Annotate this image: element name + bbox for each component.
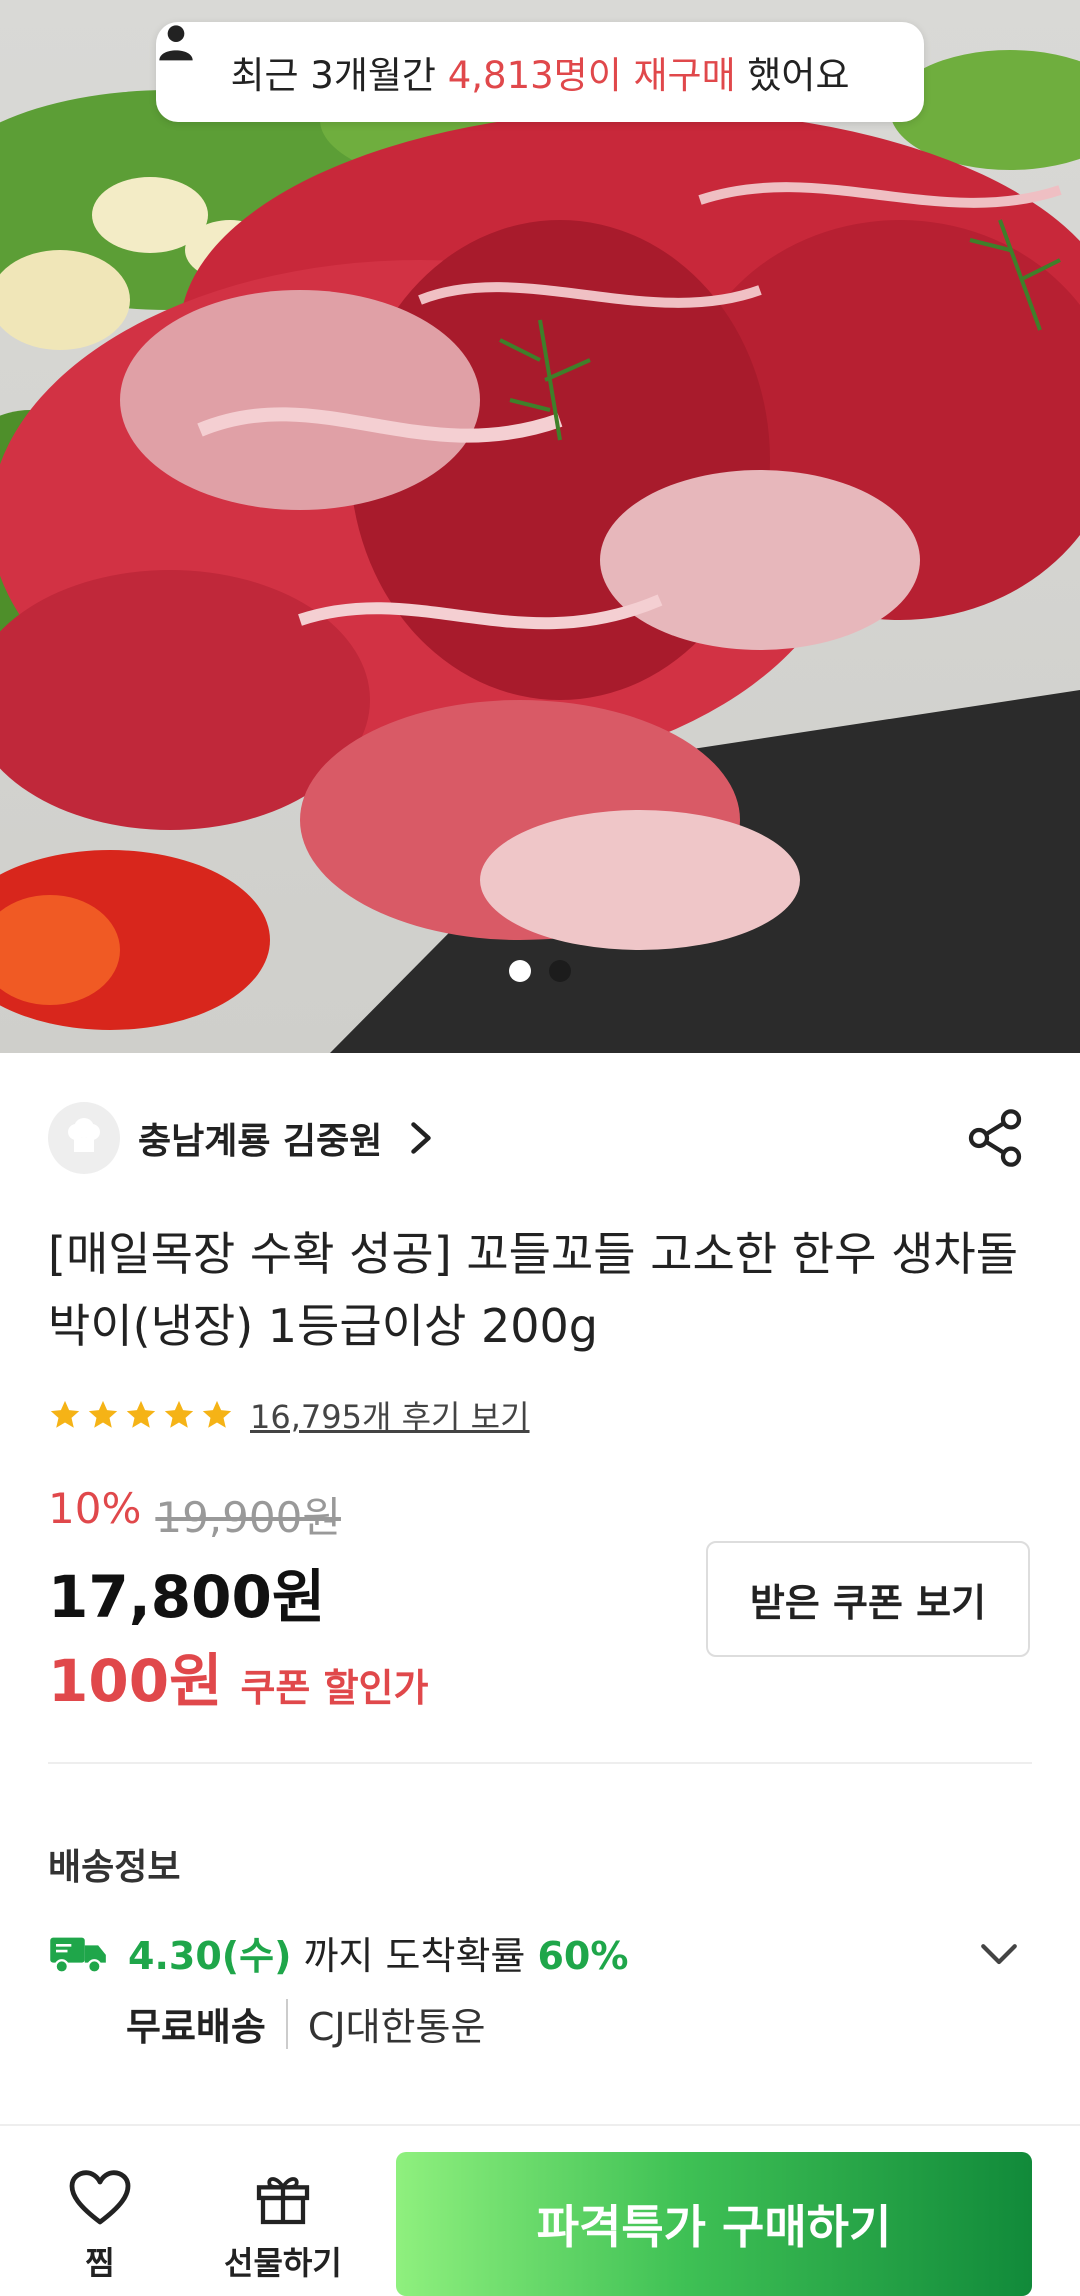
shipping-heading: 배송정보 [48,1847,181,1888]
product-title: [매일목장 수확 성공] 꼬들꼬들 고소한 한우 생차돌박이(냉장) 1등급이상… [48,1227,1019,1353]
product-image[interactable]: 최근 3개월간 4,813명이 재구매 했어요 [0,0,1080,1053]
view-coupons-button[interactable]: 받은 쿠폰 보기 [706,1541,1030,1657]
seller-avatar [48,1102,120,1174]
toast-suffix: 했어요 [735,54,850,97]
carousel-dot-active[interactable] [509,960,531,982]
original-price: 19,900원 [155,1493,341,1542]
wish-button[interactable]: 찜 [68,2166,132,2284]
coupon-label: 쿠폰 할인가 [240,1666,429,1710]
shipping-eta-row[interactable]: 4.30(수) 까지 도착확률 60% [48,1925,628,1980]
heart-icon [69,2170,131,2225]
review-link[interactable]: 16,795개 후기 보기 [250,1392,530,1438]
rating-row: 16,795개 후기 보기 [48,1392,530,1438]
discount-rate: 10% [48,1484,142,1533]
carousel-indicator [0,960,1080,982]
meat-photo [0,50,1080,1053]
chevron-down-icon[interactable] [978,1940,1020,1970]
buy-now-button[interactable]: 파격특가 구매하기 [396,2152,1032,2296]
gift-button[interactable]: 선물하기 [224,2166,342,2284]
separator [285,1998,288,2049]
star-icon [126,1400,156,1428]
star-icon [164,1400,194,1428]
person-icon [159,25,193,61]
toast-highlight: 4,813명이 재구매 [447,54,736,97]
bottom-action-bar: 찜 선물하기 파격특가 구매하기 [0,2124,1080,2296]
gift-label: 선물하기 [224,2244,342,2282]
shipping-eta-text: 4.30(수) 까지 도착확률 60% [128,1925,628,1980]
truck-icon [50,1937,106,1974]
carrier-name: CJ대한통운 [307,2005,486,2049]
repurchase-toast: 최근 3개월간 4,813명이 재구매 했어요 [156,22,924,122]
star-icon [88,1400,118,1428]
coupon-price-row: 100원 쿠폰 할인가 [48,1634,428,1718]
shipping-text: 까지 도착확률 [291,1934,538,1978]
toast-prefix: 최근 3개월간 [230,54,448,97]
shipping-probability: 60% [537,1934,629,1978]
seller-link[interactable]: 충남계룡 김중원 [48,1102,436,1174]
star-icon [50,1400,80,1428]
toast-text: 최근 3개월간 4,813명이 재구매 했어요 [230,45,849,99]
chevron-right-icon [411,1122,432,1154]
free-shipping-label: 무료배송 [126,2005,266,2049]
star-icon [202,1400,232,1428]
wish-label: 찜 [85,2244,115,2282]
shipping-date: 4.30(수) [128,1934,292,1978]
shipping-detail-row: 무료배송 CJ대한통운 [126,1996,485,2051]
seller-name: 충남계룡 김중원 [138,1121,383,1162]
final-price: 17,800원 [48,1563,326,1631]
coupon-amount: 100원 [48,1647,223,1715]
carousel-dot[interactable] [549,960,571,982]
share-icon[interactable] [963,1106,1027,1170]
gift-icon [256,2177,310,2225]
chef-hat-icon [68,1118,100,1152]
discount-row: 10% 19,900원 [48,1484,341,1545]
divider [48,1762,1032,1764]
